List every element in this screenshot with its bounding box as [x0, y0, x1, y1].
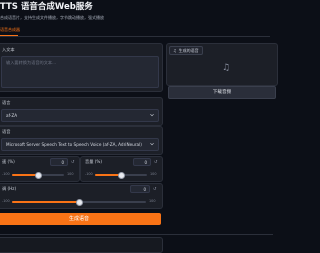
generate-speech-button[interactable]: 生成语音 — [0, 213, 161, 225]
pitch-label: 调 (Hz) — [2, 186, 17, 191]
volume-number-input[interactable]: 0 — [133, 158, 151, 166]
tab-bar — [0, 26, 270, 37]
pitch-max: 100 — [149, 199, 156, 203]
volume-slider-thumb[interactable] — [117, 171, 125, 179]
output-audio-panel: ♫ 生成的语音 ♫ — [166, 43, 278, 86]
tab-active-indicator — [0, 35, 18, 36]
rate-max: 100 — [67, 172, 74, 176]
music-note-icon: ♫ — [173, 48, 177, 53]
chevron-down-icon — [150, 113, 154, 117]
pitch-min: -100 — [2, 199, 10, 203]
volume-min: -100 — [85, 172, 93, 176]
rate-panel: 速 (%) 0 ↺ -100 100 — [0, 156, 80, 182]
footer-panel — [0, 237, 163, 253]
text-input-panel: 入文本 输入要转换为语音的文本... — [0, 43, 163, 92]
pitch-number-input[interactable]: 0 — [130, 185, 150, 193]
language-value: af-ZA — [6, 113, 18, 118]
rate-label: 速 (%) — [2, 159, 15, 164]
output-audio-label: 生成的语音 — [178, 48, 199, 53]
text-input-label: 入文本 — [2, 47, 15, 52]
volume-panel: 音量 (%) 0 ↺ -100 100 — [80, 156, 163, 182]
audio-placeholder-icon: ♫ — [222, 63, 231, 73]
voice-select[interactable]: Microsoft Server Speech Text to Speech V… — [1, 138, 159, 151]
pitch-slider-thumb[interactable] — [75, 198, 83, 206]
audio-label-tag: ♫ 生成的语音 — [169, 46, 203, 55]
language-select[interactable]: af-ZA — [1, 109, 159, 122]
voice-label: 语音 — [2, 129, 11, 134]
chevron-down-icon — [150, 142, 154, 146]
page-subtitle: 合成语音片，支持生成文件播放，字节跳动播放，强式播放 — [0, 15, 104, 20]
volume-label: 音量 (%) — [85, 159, 102, 164]
pitch-slider[interactable] — [12, 198, 146, 206]
pitch-panel: 调 (Hz) 0 ↺ -100 100 — [0, 183, 163, 209]
voice-value: Microsoft Server Speech Text to Speech V… — [6, 142, 142, 147]
text-input-placeholder: 输入要转换为语音的文本... — [6, 60, 57, 65]
language-panel: 语言 af-ZA — [0, 97, 163, 126]
pitch-slider-fill — [12, 201, 79, 203]
footer-divider — [0, 234, 273, 235]
volume-reset-icon[interactable]: ↺ — [154, 159, 157, 164]
rate-slider-thumb[interactable] — [34, 171, 42, 179]
rate-slider[interactable] — [12, 171, 64, 179]
language-label: 语言 — [2, 100, 11, 105]
tab-speech-synthesizer[interactable]: 语音合成器 — [0, 27, 20, 33]
page-title: TTS 语音合成Web服务 — [0, 2, 93, 12]
volume-max: 100 — [150, 172, 157, 176]
download-audio-button[interactable]: 下载音频 — [168, 86, 276, 99]
rate-number-input[interactable]: 0 — [50, 158, 68, 166]
pitch-reset-icon[interactable]: ↺ — [153, 186, 156, 191]
volume-slider[interactable] — [95, 171, 147, 179]
rate-min: -100 — [2, 172, 10, 176]
rate-reset-icon[interactable]: ↺ — [71, 159, 74, 164]
voice-panel: 语音 Microsoft Server Speech Text to Speec… — [0, 126, 163, 155]
text-input[interactable]: 输入要转换为语音的文本... — [1, 56, 159, 88]
